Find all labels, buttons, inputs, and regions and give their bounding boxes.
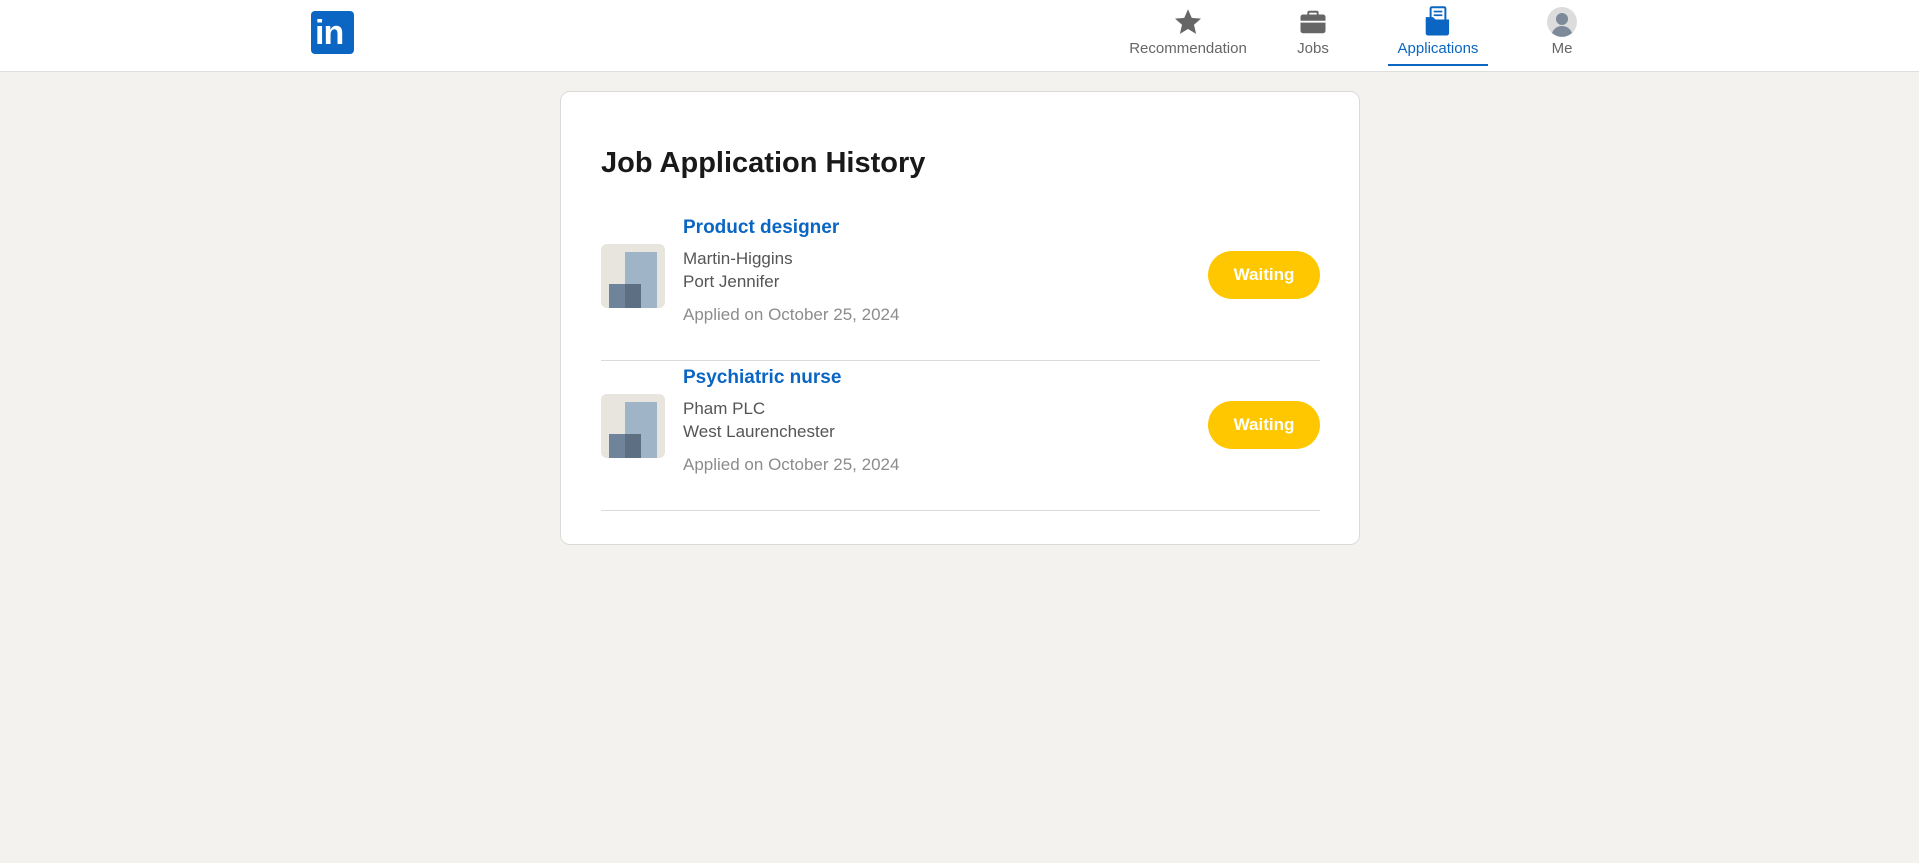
nav-item-me[interactable]: Me [1544,0,1580,72]
briefcase-icon [1298,6,1328,38]
job-location: West Laurenchester [683,422,835,441]
avatar-icon [1547,6,1577,38]
status-badge: Waiting [1208,401,1320,449]
folder-icon [1423,6,1453,38]
company-logo [601,244,665,308]
linkedin-logo[interactable]: in [311,11,354,54]
job-location: Port Jennifer [683,272,780,291]
status-badge: Waiting [1208,251,1320,299]
nav-label-me: Me [1551,40,1573,57]
nav-label-recommendation: Recommendation [1129,40,1247,57]
application-row: Psychiatric nurse Pham PLC West Laurench… [601,361,1320,511]
nav-label-applications: Applications [1397,40,1479,57]
company-logo [601,394,665,458]
company-name: Martin-Higgins [683,249,793,268]
application-history-card: Job Application History Product designer… [560,91,1360,545]
logo-text: in [315,14,344,52]
applied-date: Applied on October 25, 2024 [683,305,900,324]
nav-label-jobs: Jobs [1297,40,1329,57]
company-name: Pham PLC [683,399,766,418]
job-title-link[interactable]: Psychiatric nurse [683,367,841,389]
page-title: Job Application History [601,147,926,179]
nav-item-applications[interactable]: Applications [1388,0,1488,72]
applied-date: Applied on October 25, 2024 [683,455,900,474]
nav-item-jobs[interactable]: Jobs [1289,0,1337,72]
application-row: Product designer Martin-Higgins Port Jen… [601,211,1320,361]
nav-item-recommendation[interactable]: Recommendation [1128,0,1248,72]
job-title-link[interactable]: Product designer [683,217,839,239]
star-icon [1173,6,1203,38]
top-navigation-bar: in Recommendation Jobs Applications Me [0,0,1919,72]
